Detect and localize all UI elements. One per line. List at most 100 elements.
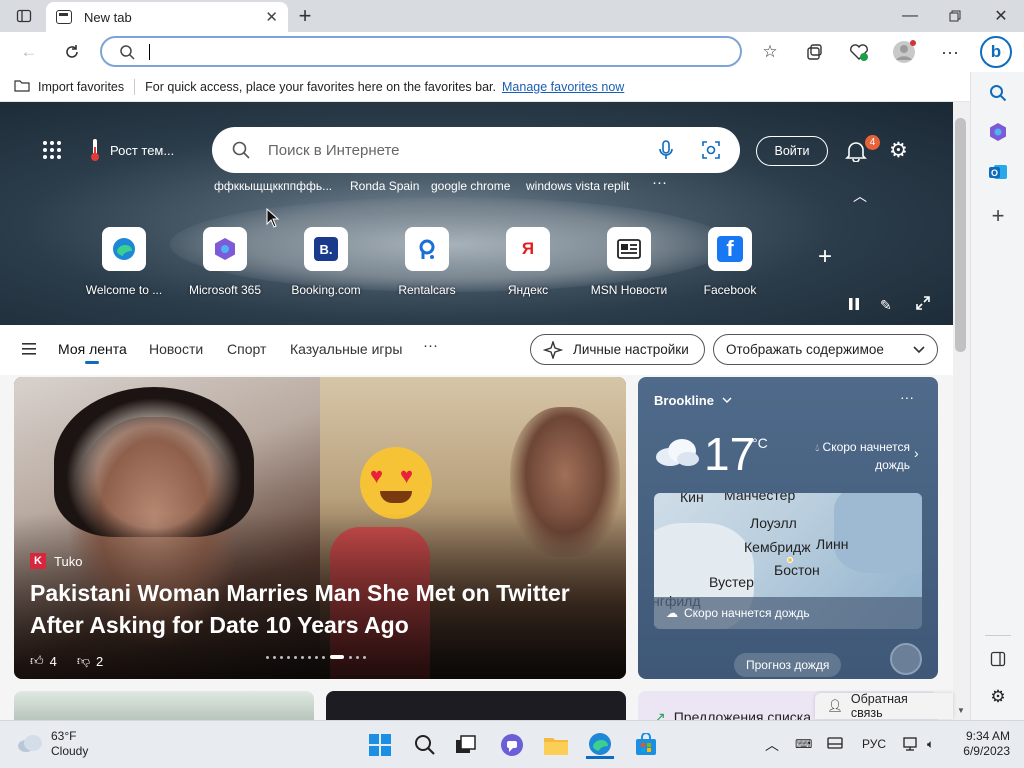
more-trending-icon[interactable]: ··· <box>652 174 667 191</box>
notifications-bell-icon[interactable] <box>845 140 867 165</box>
quick-link-booking[interactable]: B. Booking.com <box>281 227 371 297</box>
browser-essentials-icon[interactable] <box>845 38 873 66</box>
quick-link-yandex[interactable]: Я Яндекс <box>483 227 573 297</box>
clock-time: 9:34 AM <box>965 729 1010 743</box>
sidebar-hide-icon[interactable] <box>985 646 1011 672</box>
edge-sidebar: O + ⚙ <box>970 72 1024 720</box>
minimize-button[interactable]: — <box>895 0 925 32</box>
more-tabs-icon[interactable]: ··· <box>423 337 438 354</box>
rain-forecast-button[interactable]: Прогноз дождя <box>734 653 842 677</box>
add-quick-link-button[interactable]: + <box>818 243 832 271</box>
thumbs-up-icon[interactable]: 👍︎ <box>30 653 44 669</box>
tab-actions-icon[interactable] <box>9 0 39 32</box>
visual-search-icon[interactable] <box>702 141 720 159</box>
language-indicator[interactable]: РУС <box>862 737 886 751</box>
tab-new-tab[interactable]: New tab ✕ <box>46 2 288 32</box>
keyboard-icon[interactable]: ⌨ <box>795 737 812 751</box>
chevron-right-icon[interactable]: › <box>914 445 919 461</box>
msn-news-icon <box>607 227 651 271</box>
quick-link-label: Booking.com <box>291 283 361 297</box>
new-tab-button[interactable]: + <box>290 0 320 32</box>
scrollbar-thumb[interactable] <box>955 118 966 352</box>
scroll-down-arrow-icon[interactable]: ▼ <box>957 706 965 715</box>
expand-icon[interactable] <box>916 296 930 313</box>
sidebar-m365-icon[interactable] <box>985 119 1011 145</box>
weather-location[interactable]: Brookline <box>654 393 732 408</box>
display-icon[interactable] <box>827 737 843 752</box>
page-settings-icon[interactable]: ⚙ <box>889 138 908 163</box>
quick-link-rentalcars[interactable]: Rentalcars <box>382 227 472 297</box>
weather-forecast: 💧︎ Скоро начнется дождь <box>806 439 910 473</box>
weather-card[interactable]: Brookline ··· 17 °C 💧︎ Скоро начнется до… <box>638 377 938 679</box>
news-feed: ♥ ♥ K Tuko Pakistani Woman Marries Man S… <box>0 375 953 731</box>
trending-item[interactable]: Ronda Spain <box>350 179 419 193</box>
thumbs-down-icon[interactable]: 👎︎ <box>77 653 90 669</box>
microsoft-store-icon[interactable] <box>632 731 660 759</box>
favorite-star-icon[interactable]: ☆ <box>756 38 784 66</box>
personalize-button[interactable]: Личные настройки <box>530 334 705 365</box>
back-button[interactable]: ← <box>15 38 43 66</box>
edit-background-icon[interactable]: ✎ <box>880 297 892 314</box>
trending-item[interactable]: ффккыщщккппффь... <box>214 179 332 193</box>
story-headline[interactable]: Pakistani Woman Marries Man She Met on T… <box>30 577 600 641</box>
teams-chat-icon[interactable] <box>498 731 526 759</box>
volume-icon[interactable]: 🔈︎ <box>927 737 934 752</box>
microphone-icon[interactable] <box>659 140 673 160</box>
hero-story-card[interactable]: ♥ ♥ K Tuko Pakistani Woman Marries Man S… <box>14 377 626 679</box>
collections-icon[interactable] <box>800 38 828 66</box>
weather-more-icon[interactable]: ··· <box>900 389 914 405</box>
page-scrollbar[interactable]: ▼ <box>953 102 970 720</box>
story-source[interactable]: K Tuko <box>30 553 82 569</box>
restore-button[interactable] <box>940 0 970 32</box>
tab-sport[interactable]: Спорт <box>227 341 266 357</box>
profile-avatar[interactable] <box>890 38 918 66</box>
quick-link-facebook[interactable]: f Facebook <box>685 227 775 297</box>
sidebar-search-icon[interactable] <box>985 80 1011 106</box>
bing-copilot-icon[interactable]: b <box>980 36 1012 68</box>
hamburger-menu-icon[interactable] <box>22 343 36 358</box>
file-explorer-icon[interactable] <box>542 731 570 759</box>
tab-casual-games[interactable]: Казуальные игры <box>290 341 402 357</box>
quick-link-welcome[interactable]: Welcome to ... <box>79 227 169 297</box>
quick-link-msn-news[interactable]: MSN Новости <box>584 227 674 297</box>
task-view-icon[interactable] <box>452 731 480 759</box>
tab-my-feed[interactable]: Моя лента <box>58 341 127 357</box>
feedback-button[interactable]: 👤︎ Обратная связь <box>815 692 953 720</box>
weather-chip[interactable]: Рост тем... <box>88 138 174 162</box>
sidebar-outlook-icon[interactable]: O <box>985 159 1011 185</box>
web-search-box[interactable]: Поиск в Интернете <box>212 127 740 173</box>
close-window-button[interactable]: ✕ <box>986 0 1016 32</box>
hero-banner: Рост тем... Поиск в Интернете Войти 4 ⚙ … <box>0 102 953 325</box>
address-bar[interactable] <box>100 36 742 67</box>
manage-favorites-link[interactable]: Manage favorites now <box>502 80 624 94</box>
trending-item[interactable]: windows vista replit <box>526 179 629 193</box>
svg-text:O: O <box>991 168 998 178</box>
quick-link-microsoft-365[interactable]: Microsoft 365 <box>180 227 270 297</box>
taskbar-weather[interactable]: 63°F Cloudy <box>51 729 88 759</box>
carousel-dots[interactable] <box>264 655 368 659</box>
collapse-chevron-icon[interactable]: ︿ <box>853 186 867 206</box>
more-menu-icon[interactable]: ··· <box>936 38 964 66</box>
weather-unit: °C <box>752 435 768 451</box>
divider <box>134 78 136 95</box>
trending-item[interactable]: google chrome <box>431 179 510 193</box>
sign-in-button[interactable]: Войти <box>756 136 828 166</box>
clock[interactable]: 9:34 AM 6/9/2023 <box>958 729 1010 759</box>
weather-avatar-icon[interactable] <box>890 643 922 675</box>
search-icon[interactable] <box>411 731 439 759</box>
apps-launcher-icon[interactable] <box>42 140 62 163</box>
import-favorites-button[interactable]: Import favorites <box>38 80 124 94</box>
refresh-button[interactable] <box>58 38 86 66</box>
tab-news[interactable]: Новости <box>149 341 203 357</box>
network-icon[interactable] <box>903 737 919 754</box>
sidebar-add-icon[interactable]: + <box>985 203 1011 229</box>
edge-taskbar-icon[interactable] <box>586 731 614 759</box>
display-content-label: Отображать содержимое <box>726 342 884 357</box>
display-content-dropdown[interactable]: Отображать содержимое <box>713 334 938 365</box>
close-tab-icon[interactable]: ✕ <box>265 8 278 26</box>
show-hidden-icons-chevron-icon[interactable]: ︿ <box>765 735 779 755</box>
rain-map[interactable]: Кин Манчестер Лоуэлл Кембридж Линн Вусте… <box>654 493 922 629</box>
pause-background-icon[interactable] <box>848 297 860 314</box>
sidebar-settings-icon[interactable]: ⚙ <box>985 684 1011 710</box>
start-button-icon[interactable] <box>366 731 394 759</box>
